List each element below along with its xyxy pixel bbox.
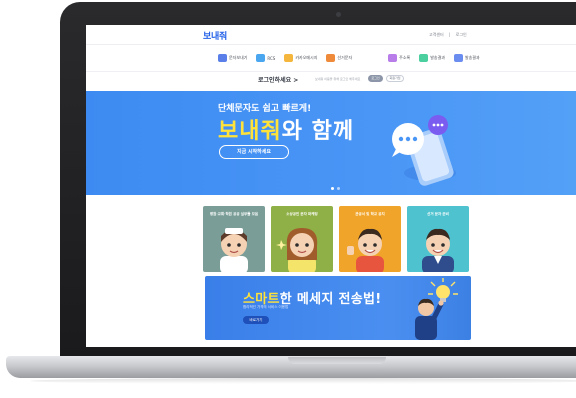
menu-item-kakao[interactable]: 카카오메시지 xyxy=(284,54,317,62)
camera-dot xyxy=(336,12,341,17)
address-book-icon xyxy=(388,54,398,62)
login-button[interactable]: 로그인 xyxy=(368,75,383,82)
hero-title-rest: 와 함께 xyxy=(281,119,355,144)
kakao-icon xyxy=(284,54,294,62)
menu-item-election[interactable]: 선거문자 xyxy=(326,54,352,62)
promo-button[interactable]: 바로가기 xyxy=(243,316,269,324)
card-label: 선거 문자 준비 xyxy=(427,212,449,216)
promo-subtitle: 합리적인 가격의 서비스 이용법 xyxy=(243,305,289,309)
man-thumbs-up-icon xyxy=(347,228,384,272)
menu-label: 문자보내기 xyxy=(229,55,248,60)
sms-icon xyxy=(218,54,227,62)
menu-label: 카카오메시지 xyxy=(295,55,318,60)
menu-label: 발송결과 xyxy=(464,55,480,60)
card-label: 소상공인 문자 마케팅 xyxy=(286,212,318,216)
card-label: 병원·교회·학원 공공 실무들 모음 xyxy=(209,212,259,216)
promo-banner[interactable]: 스마트한 메세지 전송법! 합리적인 가격의 서비스 이용법 바로가기 xyxy=(205,276,471,340)
login-prompt-link[interactable]: 로그인하세요 > xyxy=(258,75,298,84)
laptop-screen: 보내줘 고객센터 | 로그인 문자보내기 RCS 카카오메시지 선거문자 주소록… xyxy=(86,25,576,347)
menu-label: RCS xyxy=(267,55,276,61)
result-icon xyxy=(419,54,429,62)
service-cards: 병원·교회·학원 공공 실무들 모음 소상공인 문자 마케팅 관공서 및 학교 … xyxy=(203,206,471,272)
menu-item-results[interactable]: 발송결과 xyxy=(419,54,445,62)
card-label: 관공서 및 학교 공지 xyxy=(355,212,385,216)
menu-label: 주소록 xyxy=(399,55,411,60)
laptop-notch xyxy=(288,357,386,364)
menu-item-stats[interactable]: 발송결과 xyxy=(453,54,480,62)
man-suit-character-icon xyxy=(422,228,454,272)
businessman-lightbulb-illustration xyxy=(415,278,458,340)
card-small-business[interactable]: 소상공인 문자 마케팅 xyxy=(271,206,333,272)
top-link-login[interactable]: 로그인 xyxy=(456,32,467,37)
top-link-support[interactable]: 고객센터 xyxy=(429,32,444,37)
rcs-icon xyxy=(256,54,266,62)
chart-icon xyxy=(453,54,463,62)
hero-banner: 단체문자도 쉽고 빠르게! 보내줘와 함께 지금 시작하세요 xyxy=(86,91,576,195)
woman-character-icon xyxy=(276,228,318,272)
hero-title: 보내줘와 함께 xyxy=(218,113,354,145)
marketing-mockup: 보내줘 고객센터 | 로그인 문자보내기 RCS 카카오메시지 선거문자 주소록… xyxy=(0,0,576,398)
card-public-office[interactable]: 관공서 및 학교 공지 xyxy=(339,206,401,272)
laptop-shadow xyxy=(30,378,576,384)
chat-phone-illustration xyxy=(392,115,456,186)
card-election[interactable]: 선거 문자 준비 xyxy=(407,206,469,272)
carousel-dot[interactable] xyxy=(337,187,340,190)
signup-button[interactable]: 회원가입 xyxy=(386,75,404,82)
menu-label: 발송결과 xyxy=(430,55,445,60)
top-links: 고객센터 | 로그인 xyxy=(429,32,471,38)
hero-title-highlight: 보내줘 xyxy=(218,119,282,144)
top-header: 보내줘 고객센터 | 로그인 xyxy=(86,25,576,45)
hero-cta-button[interactable]: 지금 시작하세요 xyxy=(219,145,289,159)
top-link-divider: | xyxy=(449,32,451,37)
nurse-character-icon xyxy=(220,228,248,272)
promo-title-rest: 한 메세지 전송법! xyxy=(279,292,382,307)
vote-icon xyxy=(326,54,336,62)
hero-carousel-dots[interactable] xyxy=(331,187,340,190)
menu-item-rcs[interactable]: RCS xyxy=(256,54,275,62)
login-note: 보내줘 이용을 위해 로그인 해주세요 xyxy=(315,77,361,81)
carousel-dot[interactable] xyxy=(331,187,334,190)
menu-label: 선거문자 xyxy=(337,55,353,60)
menu-item-address-book[interactable]: 주소록 xyxy=(388,54,410,62)
site-logo[interactable]: 보내줘 xyxy=(203,29,227,42)
card-medical[interactable]: 병원·교회·학원 공공 실무들 모음 xyxy=(203,206,265,272)
login-bar: 로그인하세요 > 보내줘 이용을 위해 로그인 해주세요 로그인 회원가입 xyxy=(86,71,576,87)
menu-item-send-sms[interactable]: 문자보내기 xyxy=(218,54,247,62)
main-menu: 문자보내기 RCS 카카오메시지 선거문자 주소록 발송결과 발송결과 xyxy=(218,52,480,64)
